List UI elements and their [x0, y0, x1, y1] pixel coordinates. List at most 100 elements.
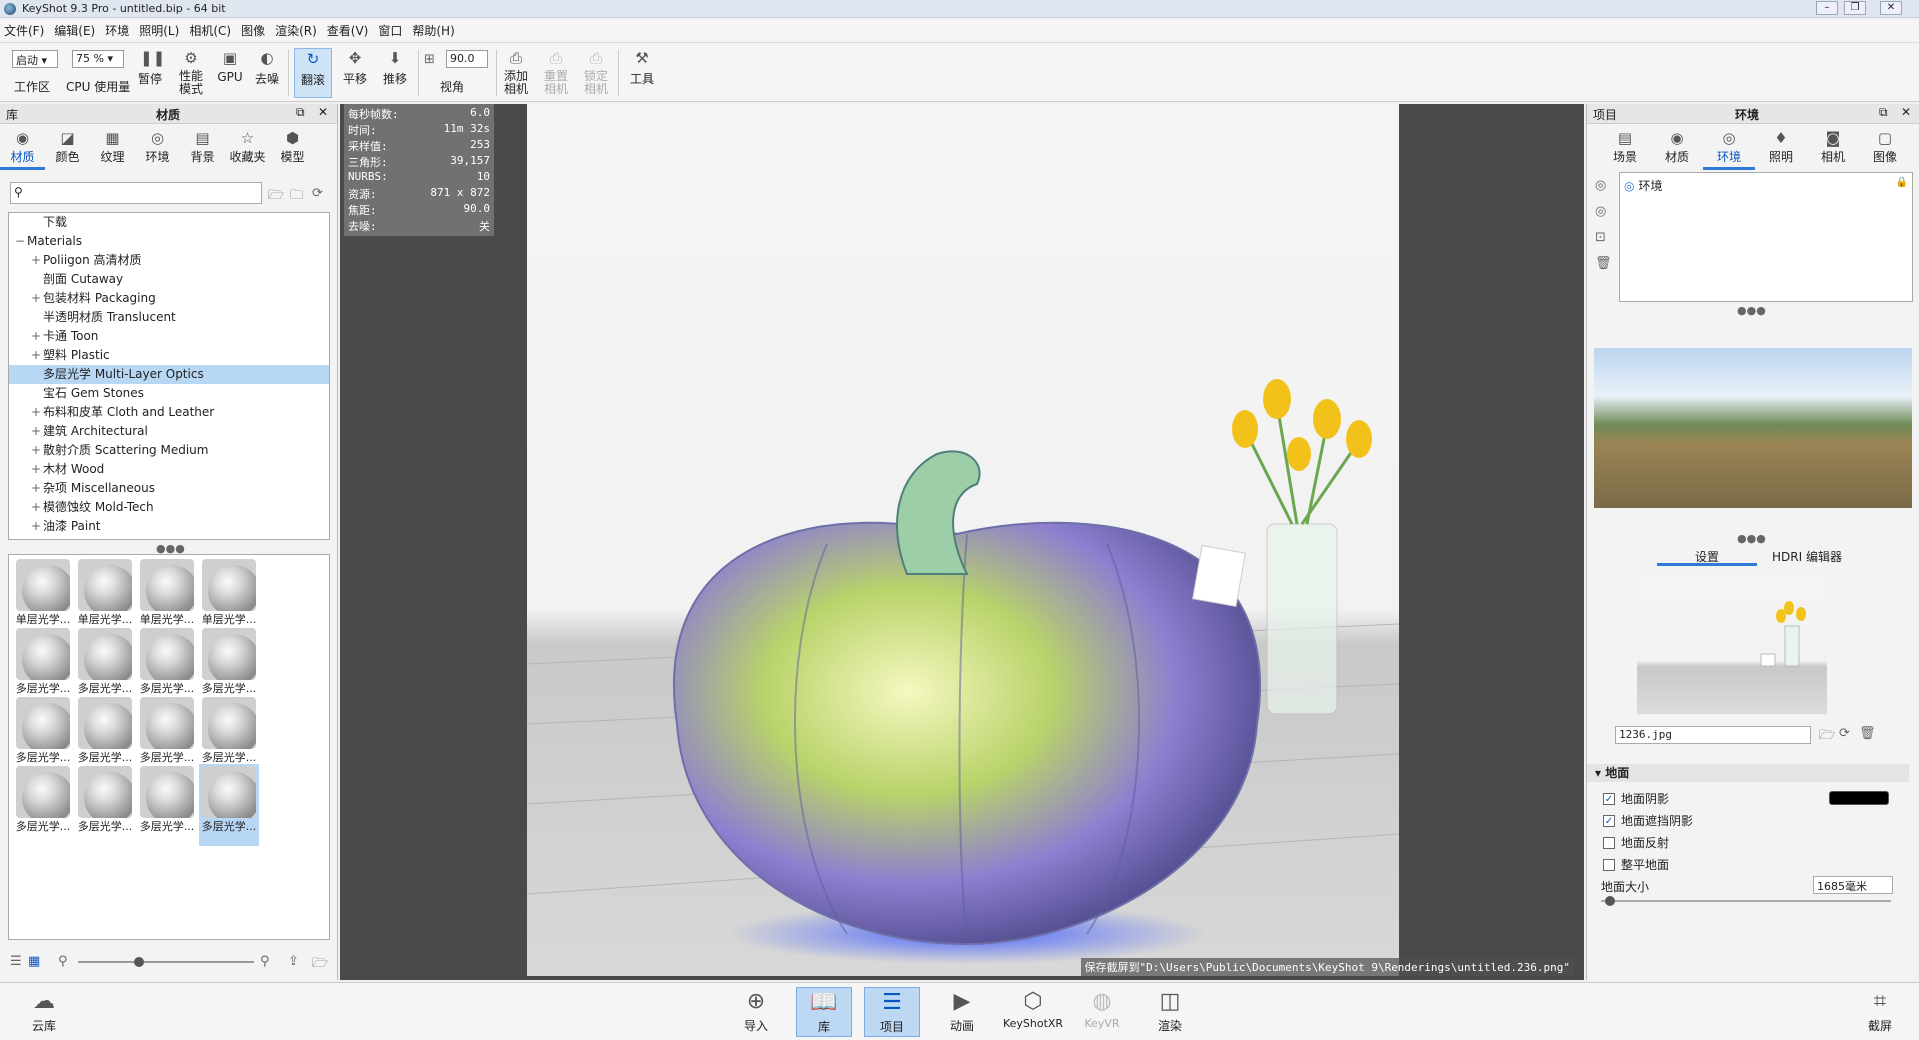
menu-camera[interactable]: 相机(C) [189, 22, 231, 39]
render-button[interactable]: ◫ 渲染 [1142, 987, 1198, 1037]
delete-icon[interactable]: 🗑 [1595, 256, 1612, 271]
duplicate-environment-icon[interactable]: ◎ [1595, 204, 1606, 219]
subtab-settings[interactable]: 设置 [1657, 548, 1757, 566]
tree-item[interactable]: + 模德蚀纹 Mold-Tech [9, 498, 329, 517]
tree-item[interactable]: + 布料和皮革 Cloth and Leather [9, 403, 329, 422]
expander-icon[interactable]: + [31, 517, 43, 536]
library-button[interactable]: 📖 库 [796, 987, 852, 1037]
tab-environment[interactable]: ◎ 环境 [1703, 126, 1755, 170]
import-button[interactable]: ⊕ 导入 [728, 987, 784, 1037]
project-button[interactable]: ☰ 项目 [864, 987, 920, 1037]
ground-size-slider-thumb[interactable] [1605, 896, 1615, 906]
environment-list-item[interactable]: ◎ 环境 [1624, 177, 1663, 194]
tree-item[interactable]: + 塑料 Plastic [9, 346, 329, 365]
menu-help[interactable]: 帮助(H) [412, 22, 454, 39]
tree-item[interactable]: 下载 [9, 213, 329, 232]
tab-camera[interactable]: ◙ 相机 [1807, 126, 1859, 170]
material-thumbnail[interactable]: 多层光学... [199, 764, 259, 846]
close-button[interactable]: ✕ [1880, 1, 1902, 15]
tab-material[interactable]: ◉ 材质 [1651, 126, 1703, 170]
ground-shadow-checkbox[interactable]: ✓ 地面阴影 [1603, 790, 1669, 807]
menu-environment[interactable]: 环境 [105, 22, 129, 39]
menu-window[interactable]: 窗口 [378, 22, 402, 39]
tree-item[interactable]: − Materials [9, 232, 329, 251]
undock-icon[interactable]: ⧉ [296, 105, 305, 120]
menu-edit[interactable]: 编辑(E) [54, 22, 95, 39]
lock-icon[interactable]: 🔒 [1896, 177, 1908, 188]
upload-icon[interactable]: ⇪ [288, 954, 299, 969]
folder-open-icon[interactable]: 🗁 [1819, 726, 1835, 748]
refresh-icon[interactable]: ⟳ [312, 186, 323, 201]
tree-item[interactable]: + 油漆 Paint [9, 517, 329, 536]
expander-icon[interactable]: + [31, 441, 43, 460]
thumbnail-size-slider[interactable] [78, 961, 254, 963]
tab-materials[interactable]: ◉ 材质 [0, 126, 45, 170]
tab-favorites[interactable]: ☆ 收藏夹 [225, 126, 270, 170]
tree-item[interactable]: 多层光学 Multi-Layer Optics [9, 365, 329, 384]
tree-item[interactable]: 剖面 Cutaway [9, 270, 329, 289]
expander-icon[interactable]: + [31, 460, 43, 479]
screenshot-button[interactable]: ⌗ 截屏 [1852, 987, 1908, 1037]
ground-size-slider[interactable] [1601, 900, 1891, 902]
tab-colors[interactable]: ◪ 颜色 [45, 126, 90, 170]
undock-icon[interactable]: ⧉ [1879, 105, 1888, 120]
workspace-select[interactable]: 启动 ▾ [12, 50, 58, 68]
tree-item[interactable]: + 建筑 Architectural [9, 422, 329, 441]
ground-reflection-checkbox[interactable]: 地面反射 [1603, 834, 1669, 851]
performance-mode-button[interactable]: ⚙ 性能 模式 [176, 48, 206, 96]
import-folder-icon[interactable]: 🗁 [312, 954, 328, 976]
ground-section-header[interactable]: ▾ 地面 [1587, 764, 1909, 782]
tree-item[interactable]: + 散射介质 Scattering Medium [9, 441, 329, 460]
menu-file[interactable]: 文件(F) [4, 22, 44, 39]
tree-item[interactable]: 半透明材质 Translucent [9, 308, 329, 327]
dolly-button[interactable]: ⬇ 推移 [378, 48, 412, 87]
library-search-input[interactable]: ⚲ [10, 182, 262, 204]
render-image[interactable] [527, 104, 1399, 976]
menu-view[interactable]: 查看(V) [327, 22, 369, 39]
expander-icon[interactable]: + [31, 251, 43, 270]
material-thumbnail[interactable]: 多层光学... [13, 764, 73, 846]
expander-icon[interactable]: + [31, 327, 43, 346]
material-thumbnail[interactable]: 多层光学... [75, 764, 135, 846]
folder-open-icon[interactable]: 🗁 [268, 186, 284, 208]
add-camera-button[interactable]: ⎙ 添加 相机 [500, 48, 532, 96]
tab-scene[interactable]: ▤ 场景 [1599, 126, 1651, 170]
delete-icon[interactable]: 🗑 [1859, 726, 1876, 741]
tab-backplates[interactable]: ▤ 背景 [180, 126, 225, 170]
minimize-button[interactable]: – [1816, 1, 1838, 15]
list-view-icon[interactable]: ☰ [10, 954, 22, 969]
gpu-button[interactable]: ▣ GPU [216, 48, 244, 84]
ground-size-input[interactable]: 1685毫米 [1813, 876, 1893, 894]
fov-input[interactable]: 90.0 [446, 50, 488, 68]
zoom-out-icon[interactable]: ⚲ [58, 954, 68, 969]
material-thumbnail[interactable]: 多层光学... [137, 764, 197, 846]
expander-icon[interactable]: + [31, 289, 43, 308]
cloud-library-button[interactable]: ☁ 云库 [16, 987, 72, 1037]
reload-icon[interactable]: ⟳ [1839, 726, 1850, 741]
tab-models[interactable]: ⬢ 模型 [270, 126, 315, 170]
tree-item[interactable]: 宝石 Gem Stones [9, 384, 329, 403]
tree-item[interactable]: + 包装材料 Packaging [9, 289, 329, 308]
tree-item[interactable]: + 木材 Wood [9, 460, 329, 479]
tab-environments[interactable]: ◎ 环境 [135, 126, 180, 170]
close-panel-icon[interactable]: ✕ [318, 105, 328, 119]
tab-lighting[interactable]: ♦ 照明 [1755, 126, 1807, 170]
environment-settings-icon[interactable]: ⊡ [1595, 230, 1606, 245]
flat-ground-checkbox[interactable]: 整平地面 [1603, 856, 1669, 873]
expander-icon[interactable]: + [31, 422, 43, 441]
slider-thumb[interactable] [134, 957, 144, 967]
tab-image[interactable]: ▢ 图像 [1859, 126, 1911, 170]
tab-textures[interactable]: ▦ 纹理 [90, 126, 135, 170]
add-folder-icon[interactable]: 🗀 [290, 186, 303, 208]
add-environment-icon[interactable]: ◎ [1595, 178, 1606, 193]
menu-image[interactable]: 图像 [241, 22, 265, 39]
tumble-button[interactable]: ↻ 翻滚 [294, 48, 332, 98]
subtab-hdri-editor[interactable]: HDRI 编辑器 [1757, 548, 1857, 566]
animation-button[interactable]: ▶ 动画 [934, 987, 990, 1037]
menu-render[interactable]: 渲染(R) [275, 22, 317, 39]
reset-camera-button[interactable]: ⎙ 重置 相机 [540, 48, 572, 96]
denoise-button[interactable]: ◐ 去噪 [252, 48, 282, 87]
environment-file-input[interactable]: 1236.jpg [1615, 726, 1811, 744]
expander-icon[interactable]: + [31, 346, 43, 365]
grid-view-icon[interactable]: ▦ [28, 954, 40, 969]
